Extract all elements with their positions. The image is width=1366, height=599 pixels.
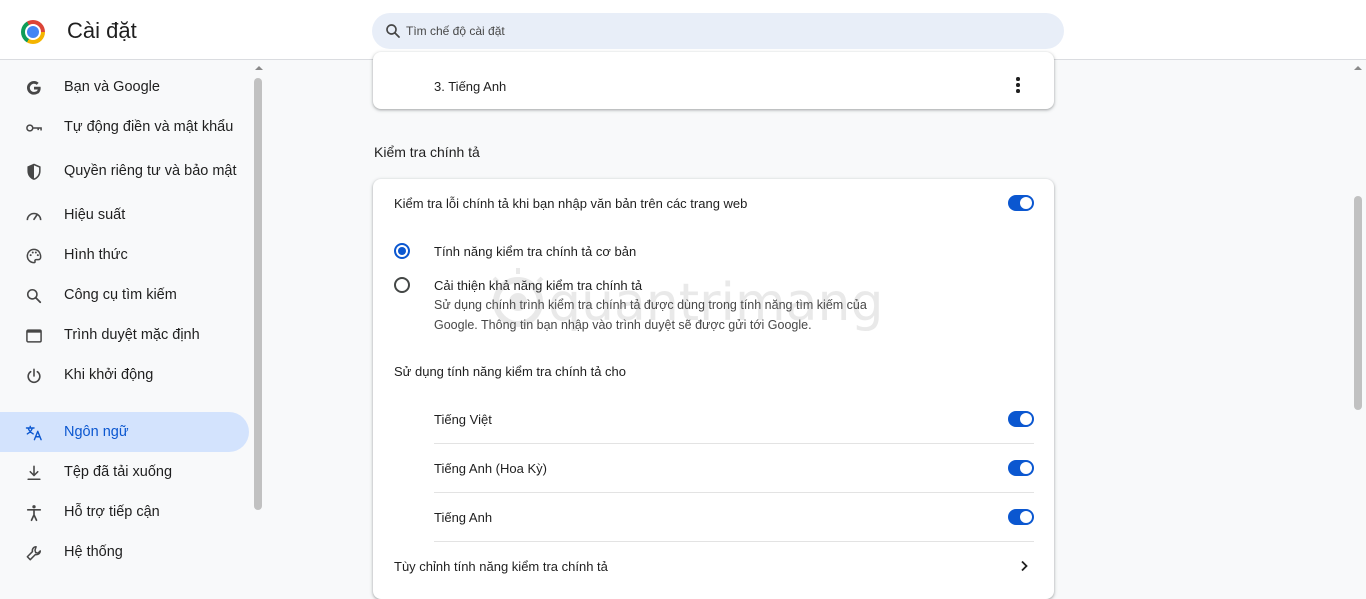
spellcheck-language-label: Tiếng Anh (Hoa Kỳ) (434, 461, 547, 476)
accessibility-icon (24, 503, 44, 523)
palette-icon (24, 246, 44, 266)
sidebar: Bạn và Google Tự động điền và mật khẩu Q… (0, 60, 256, 586)
spellcheck-language-toggle[interactable] (1008, 411, 1034, 427)
sidebar-item-search-engine[interactable]: Công cụ tìm kiếm (0, 275, 249, 315)
divider (434, 541, 1034, 542)
search-box[interactable] (372, 13, 1064, 49)
enhanced-spellcheck-desc-line2: Google. Thông tin bạn nhập vào trình duy… (434, 315, 812, 335)
sidebar-item-label: Trình duyệt mặc định (64, 315, 244, 355)
sidebar-item-label: Công cụ tìm kiếm (64, 275, 244, 315)
chevron-right-icon[interactable] (1019, 560, 1029, 572)
spellcheck-toggle-label: Kiểm tra lỗi chính tả khi bạn nhập văn b… (394, 196, 747, 211)
sidebar-item-system[interactable]: Hệ thống (0, 532, 249, 572)
sidebar-item-accessibility[interactable]: Hỗ trợ tiếp cận (0, 492, 249, 532)
top-bar: Cài đặt (0, 0, 1366, 60)
spellcheck-language-toggle[interactable] (1008, 509, 1034, 525)
sidebar-item-label: Hiệu suất (64, 195, 244, 235)
search-input[interactable] (406, 13, 1046, 49)
spellcheck-section-title: Kiểm tra chính tả (374, 144, 480, 160)
browser-window-icon (24, 326, 44, 346)
main-scroll-up-arrow[interactable] (1353, 64, 1363, 72)
sidebar-item-you-and-google[interactable]: Bạn và Google (0, 67, 249, 107)
speedometer-icon (24, 206, 44, 226)
sidebar-scrollbar[interactable] (254, 78, 262, 510)
languages-card: 3. Tiếng Anh (373, 52, 1054, 109)
sidebar-item-label: Ngôn ngữ (64, 412, 244, 452)
sidebar-item-label: Hệ thống (64, 532, 244, 572)
wrench-icon (24, 543, 44, 563)
language-list-item: 3. Tiếng Anh (434, 79, 506, 94)
sidebar-item-default-browser[interactable]: Trình duyệt mặc định (0, 315, 249, 355)
google-icon (24, 78, 44, 98)
sidebar-item-autofill[interactable]: Tự động điền và mật khẩu (0, 107, 249, 147)
spellcheck-card: Kiểm tra lỗi chính tả khi bạn nhập văn b… (373, 179, 1054, 599)
sidebar-item-languages[interactable]: Ngôn ngữ (0, 412, 249, 452)
basic-spellcheck-radio[interactable] (394, 243, 410, 259)
spellcheck-toggle[interactable] (1008, 195, 1034, 211)
translate-icon (24, 423, 44, 443)
sidebar-item-label: Tệp đã tải xuống (64, 452, 244, 492)
use-spellcheck-for-label: Sử dụng tính năng kiểm tra chính tả cho (394, 364, 626, 379)
customize-spellcheck-link[interactable]: Tùy chỉnh tính năng kiểm tra chính tả (394, 559, 608, 574)
sidebar-item-appearance[interactable]: Hình thức (0, 235, 249, 275)
divider (434, 443, 1034, 444)
sidebar-item-privacy[interactable]: Quyền riêng tư và bảo mật (0, 151, 249, 191)
download-icon (24, 463, 44, 483)
sidebar-item-label: Hỗ trợ tiếp cận (64, 492, 244, 532)
sidebar-item-label: Bạn và Google (64, 67, 244, 107)
spellcheck-language-toggle[interactable] (1008, 460, 1034, 476)
search-icon (24, 286, 44, 306)
sidebar-item-label: Tự động điền và mật khẩu (64, 107, 244, 147)
spellcheck-language-label: Tiếng Việt (434, 412, 492, 427)
spellcheck-language-label: Tiếng Anh (434, 510, 492, 525)
shield-icon (24, 162, 44, 182)
more-options-icon[interactable] (1011, 77, 1025, 95)
enhanced-spellcheck-radio[interactable] (394, 277, 410, 293)
power-icon (24, 366, 44, 386)
search-icon (384, 22, 402, 40)
sidebar-item-label: Quyền riêng tư và bảo mật (64, 151, 244, 191)
sidebar-scroll-up-arrow[interactable] (254, 64, 264, 72)
basic-spellcheck-label: Tính năng kiểm tra chính tả cơ bản (434, 244, 636, 259)
sidebar-item-downloads[interactable]: Tệp đã tải xuống (0, 452, 249, 492)
key-icon (24, 118, 44, 138)
enhanced-spellcheck-desc-line1: Sử dụng chính trình kiểm tra chính tả đư… (434, 295, 867, 315)
sidebar-item-label: Khi khởi động (64, 355, 244, 395)
chrome-logo-icon (21, 20, 45, 44)
sidebar-item-performance[interactable]: Hiệu suất (0, 195, 249, 235)
page-title: Cài đặt (67, 18, 137, 44)
sidebar-item-label: Hình thức (64, 235, 244, 275)
main-scrollbar[interactable] (1354, 196, 1362, 410)
divider (434, 492, 1034, 493)
sidebar-item-on-startup[interactable]: Khi khởi động (0, 355, 249, 395)
enhanced-spellcheck-label: Cải thiện khả năng kiểm tra chính tả (434, 278, 642, 293)
